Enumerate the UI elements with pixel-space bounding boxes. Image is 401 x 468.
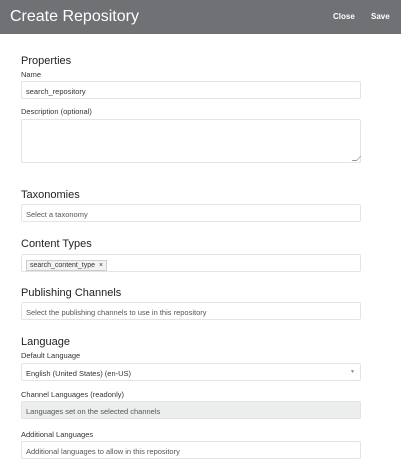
- header-bar: Create Repository Close Save: [0, 0, 401, 34]
- save-button[interactable]: Save: [371, 12, 390, 21]
- description-label: Description (optional): [21, 107, 92, 116]
- description-textarea[interactable]: [21, 119, 362, 163]
- resize-handle-icon[interactable]: [351, 156, 362, 161]
- content-types-heading: Content Types: [21, 238, 92, 250]
- name-input[interactable]: search_repository: [21, 81, 361, 99]
- close-button[interactable]: Close: [333, 12, 355, 21]
- taxonomies-heading: Taxonomies: [21, 189, 80, 201]
- name-label: Name: [21, 70, 42, 79]
- language-heading: Language: [21, 336, 70, 348]
- channel-languages-label: Channel Languages (readonly): [21, 390, 124, 399]
- taxonomy-input[interactable]: Select a taxonomy: [21, 204, 361, 222]
- chevron-down-icon: ▼: [350, 369, 355, 375]
- publishing-channels-heading: Publishing Channels: [21, 287, 122, 299]
- content-type-chip: search_content_type ×: [26, 260, 108, 271]
- default-language-label: Default Language: [21, 351, 81, 360]
- additional-languages-label: Additional Languages: [21, 430, 94, 439]
- default-language-select[interactable]: English (United States) (en-US) ▼: [21, 363, 361, 381]
- content-types-input[interactable]: search_content_type ×: [21, 254, 361, 272]
- additional-languages-input[interactable]: Additional languages to allow in this re…: [21, 441, 361, 459]
- channel-languages-readonly: Languages set on the selected channels: [21, 401, 361, 419]
- dialog-title: Create Repository: [10, 8, 139, 25]
- publishing-channels-input[interactable]: Select the publishing channels to use in…: [21, 302, 361, 320]
- remove-chip-icon[interactable]: ×: [99, 262, 103, 269]
- properties-heading: Properties: [21, 55, 72, 67]
